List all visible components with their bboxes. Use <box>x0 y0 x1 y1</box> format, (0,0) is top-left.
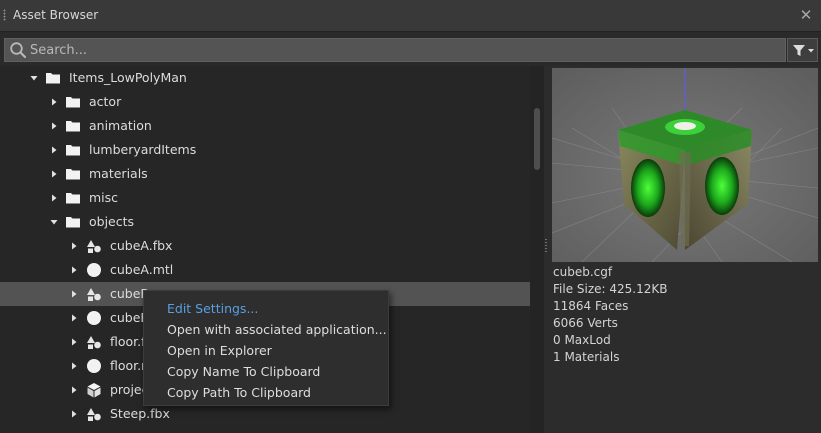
tree-row-label: cubeA.mtl <box>110 262 174 277</box>
close-icon[interactable]: ✕ <box>797 6 815 24</box>
folder-icon <box>66 145 80 156</box>
tree-row-lumberyarditems[interactable]: lumberyardItems <box>0 138 530 162</box>
tree-row-actor[interactable]: actor <box>0 90 530 114</box>
tree-row-animation[interactable]: animation <box>0 114 530 138</box>
chevron-right-icon[interactable] <box>49 121 59 131</box>
folder-icon <box>66 193 80 204</box>
mesh-asset-icon <box>87 336 101 349</box>
scrollbar-thumb[interactable] <box>534 108 540 170</box>
cube-model-preview <box>552 68 818 262</box>
tree-row-misc[interactable]: misc <box>0 186 530 210</box>
asset-filename: cubeb.cgf <box>553 265 613 279</box>
chevron-right-icon[interactable] <box>49 145 59 155</box>
tree-row-label: materials <box>89 166 148 181</box>
chevron-right-icon[interactable] <box>69 361 79 371</box>
chevron-right-icon[interactable] <box>49 193 59 203</box>
mesh-asset-icon <box>87 288 101 301</box>
asset-verts: 6066 Verts <box>553 316 618 330</box>
search-bar <box>4 38 786 62</box>
tree-row-cubea-mtl[interactable]: cubeA.mtl <box>0 258 530 282</box>
tree-row-label: animation <box>89 118 152 133</box>
asset-file-size: File Size: 425.12KB <box>553 282 668 296</box>
chevron-right-icon[interactable] <box>69 337 79 347</box>
asset-materials: 1 Materials <box>553 350 620 364</box>
tree-row-label: cubeA.fbx <box>110 238 173 253</box>
filter-icon <box>793 45 814 56</box>
menu-item-edit-settings[interactable]: Edit Settings... <box>144 298 388 319</box>
asset-info: cubeb.cgf File Size: 425.12KB 11864 Face… <box>553 264 667 366</box>
chevron-right-icon[interactable] <box>69 265 79 275</box>
chevron-right-icon[interactable] <box>69 241 79 251</box>
chevron-right-icon[interactable] <box>49 97 59 107</box>
menu-item-open-with-application[interactable]: Open with associated application... <box>144 319 388 340</box>
folder-icon <box>46 73 60 84</box>
tree-row-objects[interactable]: objects <box>0 210 530 234</box>
chevron-right-icon[interactable] <box>69 313 79 323</box>
tree-row-cubea-fbx[interactable]: cubeA.fbx <box>0 234 530 258</box>
tree-row-label: objects <box>89 214 135 229</box>
asset-faces: 11864 Faces <box>553 299 629 313</box>
tree-row-materials[interactable]: materials <box>0 162 530 186</box>
chevron-down-icon[interactable] <box>29 73 39 83</box>
tree-scrollbar[interactable] <box>530 66 544 433</box>
material-icon <box>87 311 101 325</box>
tree-row-label: lumberyardItems <box>89 142 197 157</box>
context-menu: Edit Settings... Open with associated ap… <box>143 290 389 406</box>
mesh-asset-icon <box>87 408 101 421</box>
mesh-asset-icon <box>87 240 101 253</box>
tree-row-label: actor <box>89 94 122 109</box>
tree-row-label: misc <box>89 190 119 205</box>
asset-maxlod: 0 MaxLod <box>553 333 611 347</box>
chevron-down-icon[interactable] <box>49 217 59 227</box>
menu-item-open-in-explorer[interactable]: Open in Explorer <box>144 340 388 361</box>
material-icon <box>87 359 101 373</box>
folder-icon <box>66 121 80 132</box>
chevron-right-icon[interactable] <box>69 289 79 299</box>
menu-item-copy-name[interactable]: Copy Name To Clipboard <box>144 361 388 382</box>
tree-row-label: floor.f <box>110 334 146 349</box>
chevron-right-icon[interactable] <box>49 169 59 179</box>
chevron-right-icon[interactable] <box>69 385 79 395</box>
menu-item-copy-path[interactable]: Copy Path To Clipboard <box>144 382 388 403</box>
folder-icon <box>66 97 80 108</box>
tree-row-items-lowpolyman[interactable]: Items_LowPolyMan <box>0 66 530 90</box>
tree-row-label: Items_LowPolyMan <box>69 70 187 85</box>
folder-icon <box>66 169 80 180</box>
preview-viewport[interactable] <box>552 68 818 262</box>
search-icon <box>10 42 27 59</box>
cube-icon <box>87 383 101 398</box>
chevron-right-icon[interactable] <box>69 409 79 419</box>
material-icon <box>87 263 101 277</box>
window-title: Asset Browser <box>13 8 99 22</box>
preview-panel: cubeb.cgf File Size: 425.12KB 11864 Face… <box>548 66 821 433</box>
title-bar: Asset Browser ✕ <box>0 0 821 32</box>
folder-icon <box>66 217 80 228</box>
filter-button[interactable] <box>787 38 818 62</box>
search-input[interactable] <box>30 39 770 61</box>
drag-grip-icon[interactable] <box>3 9 6 21</box>
